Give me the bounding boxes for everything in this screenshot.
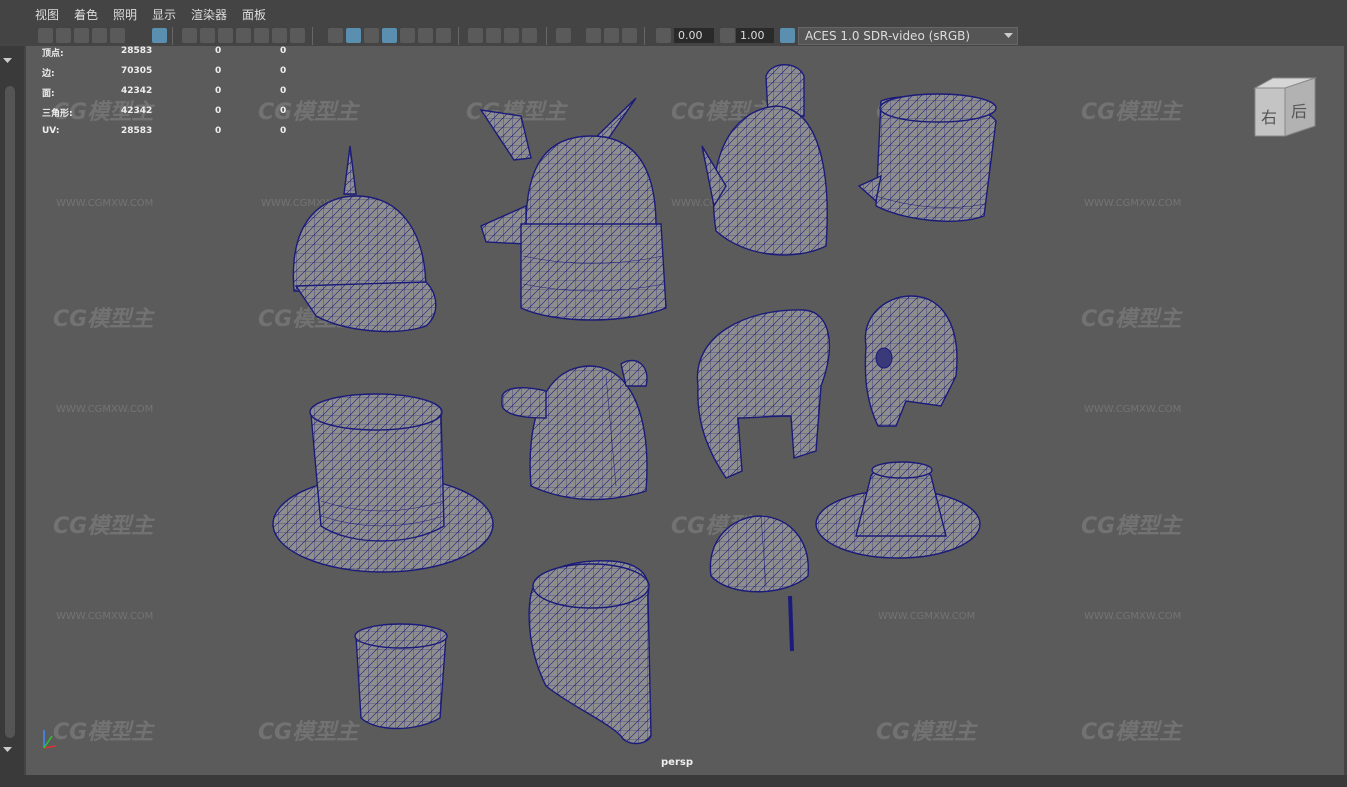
image-plane-icon[interactable]	[92, 28, 107, 43]
horned-helmet-model[interactable]	[501, 359, 648, 501]
xray-joints-icon[interactable]	[604, 28, 619, 43]
exposure-icon[interactable]	[656, 28, 671, 43]
textured-icon[interactable]	[400, 28, 415, 43]
camera-select-icon[interactable]	[38, 28, 53, 43]
gamma-icon[interactable]	[720, 28, 735, 43]
resolution-gate-icon[interactable]	[218, 28, 233, 43]
depth-of-field-icon[interactable]	[522, 28, 537, 43]
view-cube-face-left: 右	[1261, 108, 1278, 127]
anti-alias-icon[interactable]	[504, 28, 519, 43]
safe-action-icon[interactable]	[272, 28, 287, 43]
crested-helmet-model[interactable]	[701, 64, 828, 256]
scrollbar[interactable]	[5, 86, 15, 738]
menu-show[interactable]: 显示	[152, 6, 176, 23]
left-gutter	[0, 46, 24, 787]
axis-gizmo-icon	[43, 730, 57, 749]
motion-blur-icon[interactable]	[486, 28, 501, 43]
wireframe-on-shaded-icon[interactable]	[382, 28, 397, 43]
viewport[interactable]: 顶点: 28583 0 0 边: 70305 0 0 面: 42342 0 0 …	[26, 46, 1344, 775]
samurai-kabuto-model[interactable]	[479, 97, 667, 321]
camera-attributes-icon[interactable]	[56, 28, 71, 43]
default-material-icon[interactable]	[364, 28, 379, 43]
fez-model[interactable]	[354, 623, 448, 730]
view-transform-select[interactable]: ACES 1.0 SDR-video (sRGB)	[798, 27, 1018, 45]
view-cube-face-right: 后	[1291, 102, 1308, 121]
wireframe-icon[interactable]	[328, 28, 343, 43]
menu-view[interactable]: 视图	[35, 6, 59, 23]
shadows-icon[interactable]	[436, 28, 451, 43]
smooth-shade-icon[interactable]	[346, 28, 361, 43]
menu-bar: 视图 着色 照明 显示 渲染器 面板	[0, 0, 1347, 26]
grease-pencil-icon[interactable]	[110, 28, 125, 43]
exposure-field[interactable]: 0.00	[674, 28, 714, 43]
wrapped-hood-model[interactable]	[528, 560, 652, 745]
film-gate-icon[interactable]	[200, 28, 215, 43]
grease-pencil-active-icon[interactable]	[152, 28, 167, 43]
scene-models	[43, 64, 997, 749]
shako-hat-model[interactable]	[857, 93, 997, 222]
menu-renderer[interactable]: 渲染器	[191, 6, 227, 23]
lighting-icon[interactable]	[418, 28, 433, 43]
scroll-down-icon[interactable]	[0, 741, 24, 761]
view-transform-value: ACES 1.0 SDR-video (sRGB)	[805, 29, 971, 43]
bookmark-icon[interactable]	[74, 28, 89, 43]
panel-toolbar: 0.00 1.00 ACES 1.0 SDR-video (sRGB)	[24, 26, 1347, 46]
pickelhaube-helmet-model[interactable]	[292, 145, 437, 333]
conical-hat-model[interactable]	[815, 461, 981, 559]
menu-shading[interactable]: 着色	[74, 6, 98, 23]
menu-panels[interactable]: 面板	[242, 6, 266, 23]
gate-mask-icon[interactable]	[236, 28, 251, 43]
chevron-down-icon[interactable]	[1001, 28, 1016, 43]
gamma-field[interactable]: 1.00	[736, 28, 774, 43]
skull-cap-model[interactable]	[709, 515, 809, 652]
xray-components-icon[interactable]	[622, 28, 637, 43]
xray-icon[interactable]	[586, 28, 601, 43]
close-helm-model[interactable]	[864, 295, 958, 427]
grid-icon[interactable]	[182, 28, 197, 43]
scroll-up-icon[interactable]	[0, 52, 24, 72]
bottom-strip	[0, 775, 1347, 787]
hood-model[interactable]	[696, 309, 831, 479]
ambient-occlusion-icon[interactable]	[468, 28, 483, 43]
field-chart-icon[interactable]	[254, 28, 269, 43]
safe-title-icon[interactable]	[290, 28, 305, 43]
color-management-icon[interactable]	[780, 28, 795, 43]
top-hat-model[interactable]	[272, 393, 494, 573]
menu-lighting[interactable]: 照明	[113, 6, 137, 23]
isolate-select-icon[interactable]	[556, 28, 571, 43]
camera-label: persp	[661, 757, 693, 768]
view-cube[interactable]: 右 后	[1253, 74, 1317, 138]
